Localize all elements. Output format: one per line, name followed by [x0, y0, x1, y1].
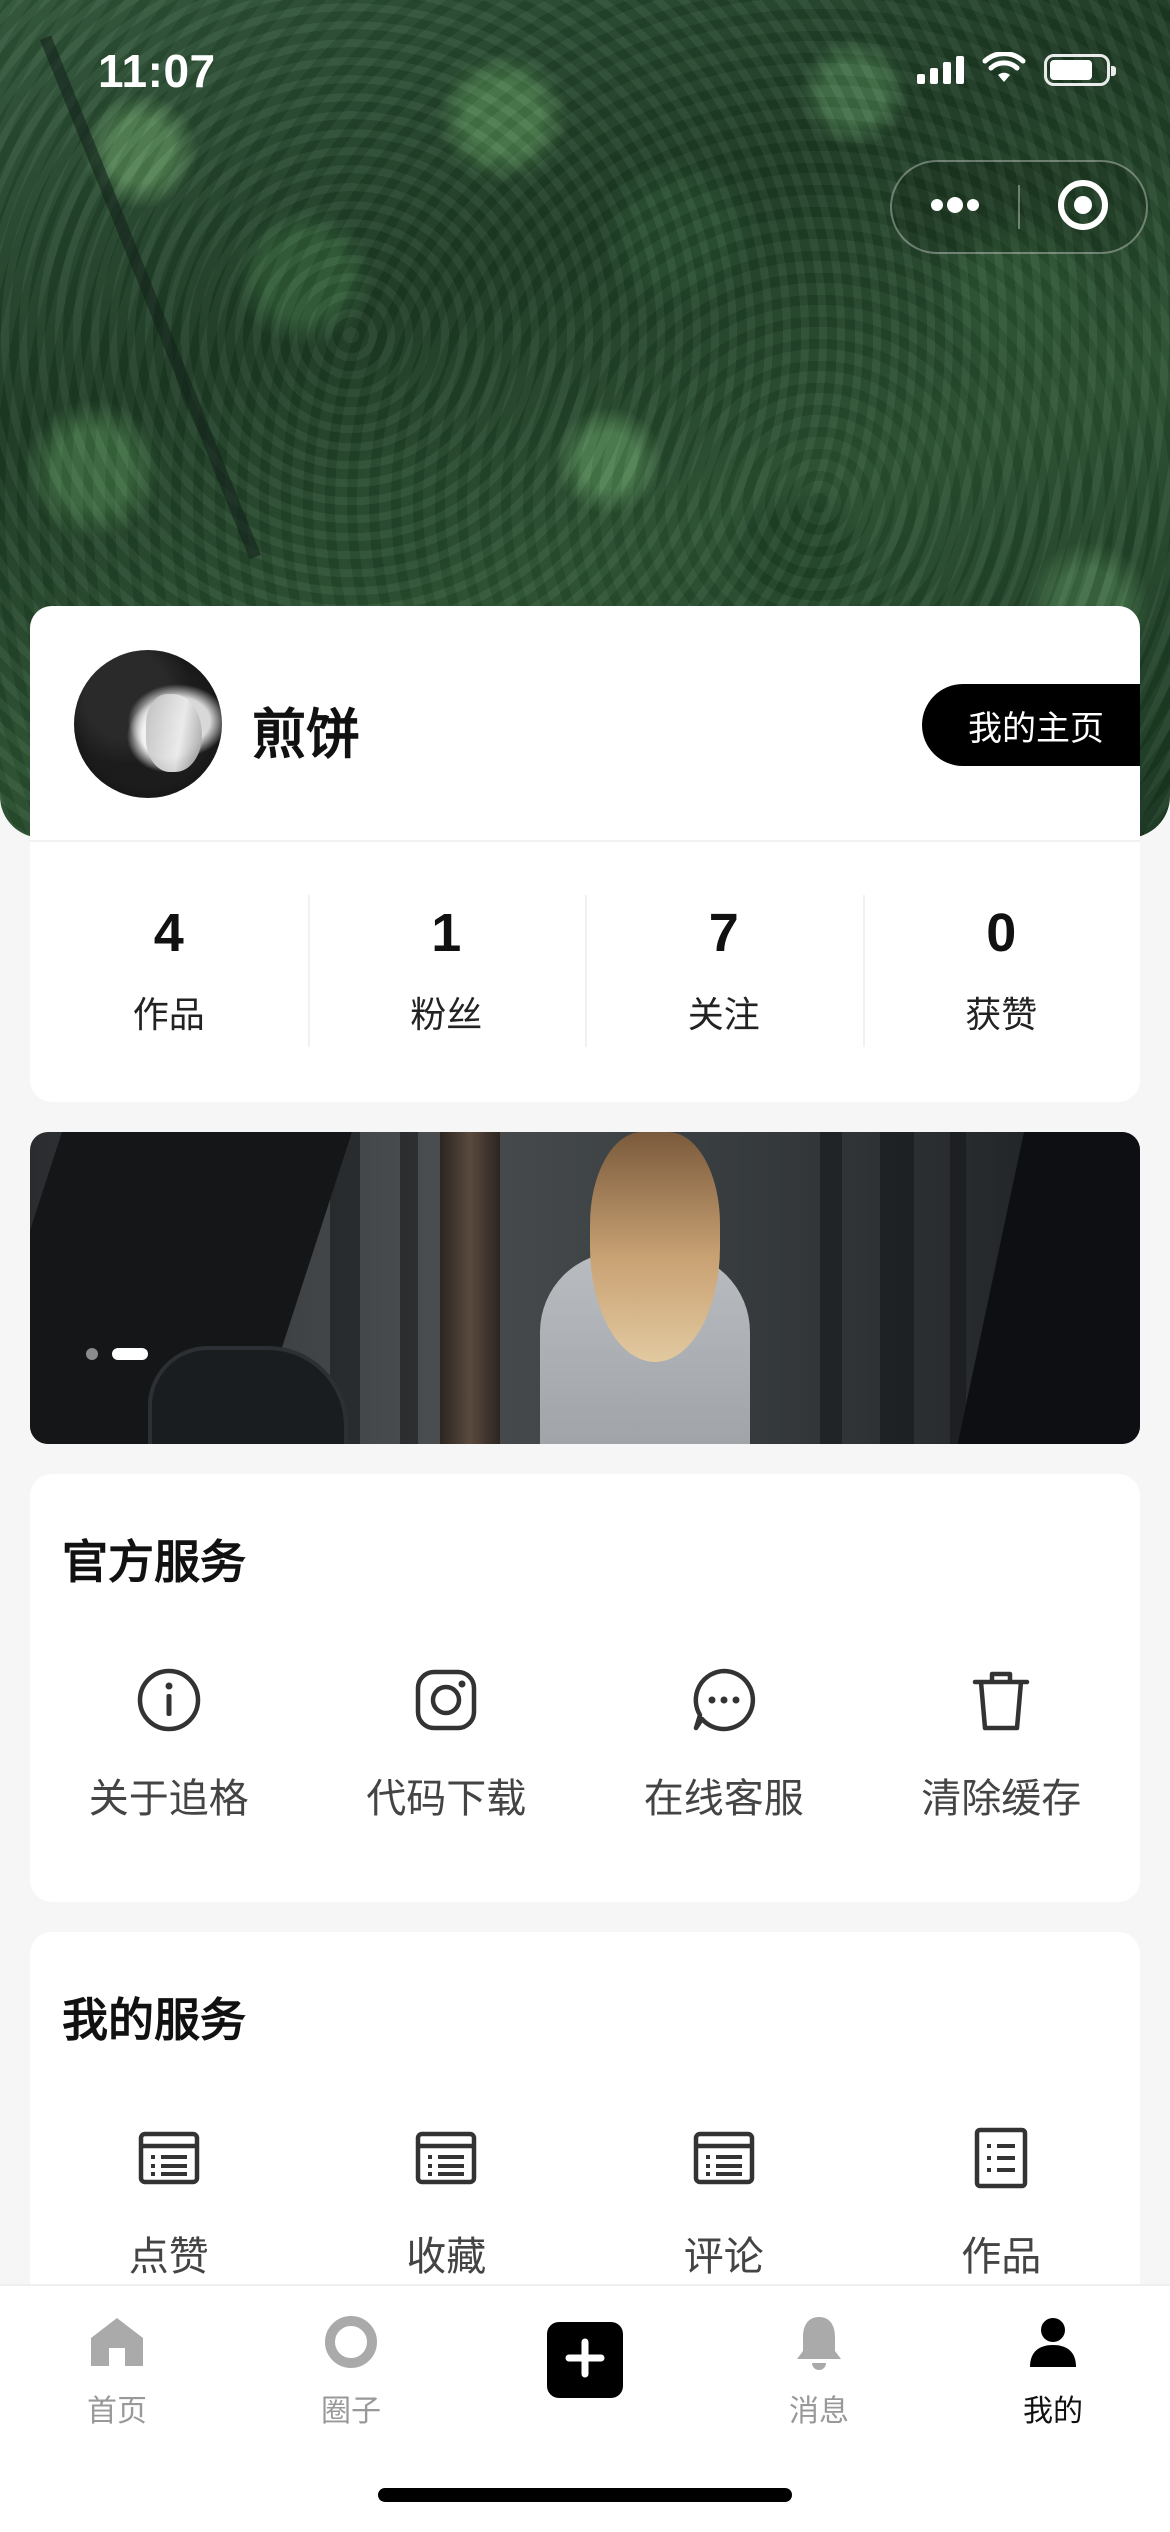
- avatar[interactable]: [74, 650, 222, 798]
- banner-tree: [400, 1132, 418, 1444]
- plus-icon: [565, 2338, 605, 2382]
- my-services-title: 我的服务: [62, 1993, 246, 2047]
- chat-icon: [688, 1664, 760, 1736]
- banner-car-frame: [951, 1132, 1140, 1444]
- nickname: 煎饼: [252, 703, 360, 766]
- banner-trunk: [440, 1132, 500, 1444]
- service-label: 关于追格: [88, 1776, 249, 1822]
- carousel-indicator: [86, 1348, 148, 1360]
- home-icon: [87, 2312, 147, 2372]
- service-label: 清除缓存: [921, 1776, 1082, 1822]
- tab-label: 消息: [789, 2394, 849, 2429]
- circle-icon: [321, 2312, 381, 2372]
- banner-tree: [880, 1132, 914, 1444]
- signal-icon: [917, 56, 964, 84]
- service-likes[interactable]: 点赞: [30, 2122, 308, 2282]
- banner-carousel[interactable]: [30, 1132, 1140, 1444]
- bell-icon: [789, 2312, 849, 2372]
- official-services-title: 官方服务: [62, 1535, 246, 1589]
- service-label: 点赞: [128, 2234, 209, 2280]
- banner-person-hair: [590, 1132, 720, 1362]
- tab-label: 圈子: [321, 2394, 381, 2429]
- user-icon: [1023, 2312, 1083, 2372]
- wifi-icon: [982, 51, 1026, 88]
- stat-label: 作品: [132, 994, 205, 1036]
- my-homepage-button[interactable]: 我的主页: [922, 684, 1140, 766]
- trash-icon: [965, 1664, 1037, 1736]
- home-indicator: [378, 2488, 792, 2502]
- tab-list: 首页 圈子 消息 我的: [0, 2286, 1170, 2456]
- service-favorites[interactable]: 收藏: [308, 2122, 586, 2282]
- close-miniprogram-button[interactable]: [1020, 162, 1146, 252]
- more-dots-icon: [925, 195, 985, 219]
- profile-header: 煎饼 我的主页: [30, 606, 1140, 842]
- official-services-grid: 关于追格 代码下载 在线客服 清除缓存: [30, 1664, 1140, 1824]
- service-about[interactable]: 关于追格: [30, 1664, 308, 1824]
- tab-me[interactable]: 我的: [936, 2286, 1170, 2456]
- service-label: 在线客服: [643, 1776, 804, 1822]
- stat-value: 1: [431, 903, 462, 964]
- status-time: 11:07: [98, 45, 216, 97]
- service-comments[interactable]: 评论: [585, 2122, 863, 2282]
- profile-stats: 4 作品 1 粉丝 7 关注 0 获赞: [30, 842, 1140, 1100]
- app-root: 11:07 煎饼 我的主页 4 作品 1 粉丝 7 关注 0 获赞 官方服务 关…: [0, 0, 1170, 2532]
- stat-label: 粉丝: [410, 994, 483, 1036]
- banner-tree: [950, 1132, 966, 1444]
- service-clear-cache[interactable]: 清除缓存: [863, 1664, 1141, 1824]
- tab-label: 我的: [1023, 2394, 1083, 2429]
- carousel-dot[interactable]: [86, 1348, 98, 1360]
- stat-likes[interactable]: 0 获赞: [862, 885, 1141, 1057]
- battery-icon: [1044, 54, 1116, 86]
- stat-following[interactable]: 7 关注: [585, 885, 863, 1057]
- list-icon: [688, 2122, 760, 2194]
- stat-value: 0: [986, 903, 1017, 964]
- info-icon: [133, 1664, 205, 1736]
- carousel-dot-active[interactable]: [112, 1348, 148, 1360]
- service-label: 收藏: [406, 2234, 487, 2280]
- stat-label: 获赞: [965, 994, 1038, 1036]
- stat-fans[interactable]: 1 粉丝: [307, 885, 586, 1057]
- target-circle-icon: [1055, 177, 1111, 237]
- publish-button[interactable]: [547, 2322, 623, 2398]
- tab-circle[interactable]: 圈子: [234, 2286, 468, 2456]
- service-code-download[interactable]: 代码下载: [308, 1664, 586, 1824]
- list-icon: [410, 2122, 482, 2194]
- stat-value: 4: [153, 903, 184, 964]
- document-list-icon: [965, 2122, 1037, 2194]
- miniprogram-capsule: [890, 160, 1148, 254]
- stat-works[interactable]: 4 作品: [30, 885, 308, 1057]
- tab-publish[interactable]: [468, 2286, 702, 2456]
- more-button[interactable]: [892, 162, 1018, 252]
- status-bar: 11:07: [0, 0, 1170, 150]
- tab-label: 首页: [87, 2394, 147, 2429]
- tab-messages[interactable]: 消息: [702, 2286, 936, 2456]
- service-label: 代码下载: [366, 1776, 527, 1822]
- service-works[interactable]: 作品: [863, 2122, 1141, 2282]
- status-icons: [917, 51, 1116, 88]
- profile-card: 煎饼 我的主页 4 作品 1 粉丝 7 关注 0 获赞: [30, 606, 1140, 1102]
- service-label: 评论: [683, 2234, 764, 2280]
- list-icon: [133, 2122, 205, 2194]
- banner-tree: [820, 1132, 842, 1444]
- stat-value: 7: [708, 903, 739, 964]
- service-online-support[interactable]: 在线客服: [585, 1664, 863, 1824]
- instagram-icon: [410, 1664, 482, 1736]
- banner-car-mirror: [148, 1346, 348, 1444]
- tab-home[interactable]: 首页: [0, 2286, 234, 2456]
- official-services-card: 官方服务 关于追格 代码下载 在线客服 清除缓存: [30, 1474, 1140, 1902]
- my-services-grid: 点赞 收藏 评论 作品: [30, 2122, 1140, 2282]
- stat-label: 关注: [687, 994, 760, 1036]
- service-label: 作品: [961, 2234, 1042, 2280]
